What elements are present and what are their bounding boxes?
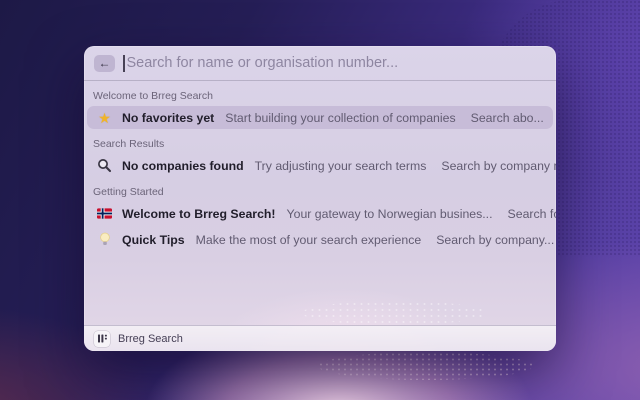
row-subtitle: Try adjusting your search terms <box>254 158 427 173</box>
row-title: No companies found <box>122 158 244 173</box>
section-header-welcome: Welcome to Brreg Search <box>93 90 214 102</box>
row-subtitle: Your gateway to Norwegian busines... <box>286 206 493 221</box>
norway-flag-icon <box>96 208 113 219</box>
text-cursor <box>123 54 125 72</box>
search-bar: ← Search for name or organisation number… <box>84 46 556 80</box>
section-header-search-results: Search Results <box>93 138 165 150</box>
status-bar: Brreg Search <box>84 325 556 351</box>
brreg-logo-icon <box>94 330 110 347</box>
row-subtitle: Start building your collection of compan… <box>225 110 456 125</box>
list-item-welcome[interactable]: Welcome to Brreg Search! Your gateway to… <box>87 202 556 225</box>
window-sparkle-texture <box>302 301 487 325</box>
row-accessory: Search by company... <box>436 232 555 247</box>
back-button[interactable]: ← <box>94 54 115 72</box>
list-item-no-favorites[interactable]: ★ No favorites yet Start building your c… <box>87 106 553 129</box>
row-accessory: Search abo... <box>470 110 544 125</box>
list-item-no-companies[interactable]: No companies found Try adjusting your se… <box>87 154 556 177</box>
row-title: No favorites yet <box>122 110 215 125</box>
row-title: Quick Tips <box>122 232 185 247</box>
search-bar-divider <box>84 80 556 81</box>
search-input[interactable]: Search for name or organisation number..… <box>127 55 547 71</box>
section-header-getting-started: Getting Started <box>93 186 164 198</box>
footer-app-name: Brreg Search <box>118 332 183 345</box>
back-arrow-icon: ← <box>98 56 111 70</box>
row-subtitle: Make the most of your search experience <box>195 232 422 247</box>
row-accessory: Search by company name <box>441 158 556 173</box>
row-accessory: Search for... <box>507 206 556 221</box>
magnifier-icon <box>96 158 113 173</box>
desktop-background: ← Search for name or organisation number… <box>0 0 640 400</box>
results-list: Welcome to Brreg Search ★ No favorites y… <box>84 90 556 251</box>
search-window: ← Search for name or organisation number… <box>84 46 556 351</box>
list-item-quick-tips[interactable]: Quick Tips Make the most of your search … <box>87 228 555 251</box>
desktop-sparkle-texture <box>318 352 533 380</box>
lightbulb-icon <box>96 232 113 247</box>
row-title: Welcome to Brreg Search! <box>122 206 276 221</box>
star-icon: ★ <box>98 109 111 126</box>
